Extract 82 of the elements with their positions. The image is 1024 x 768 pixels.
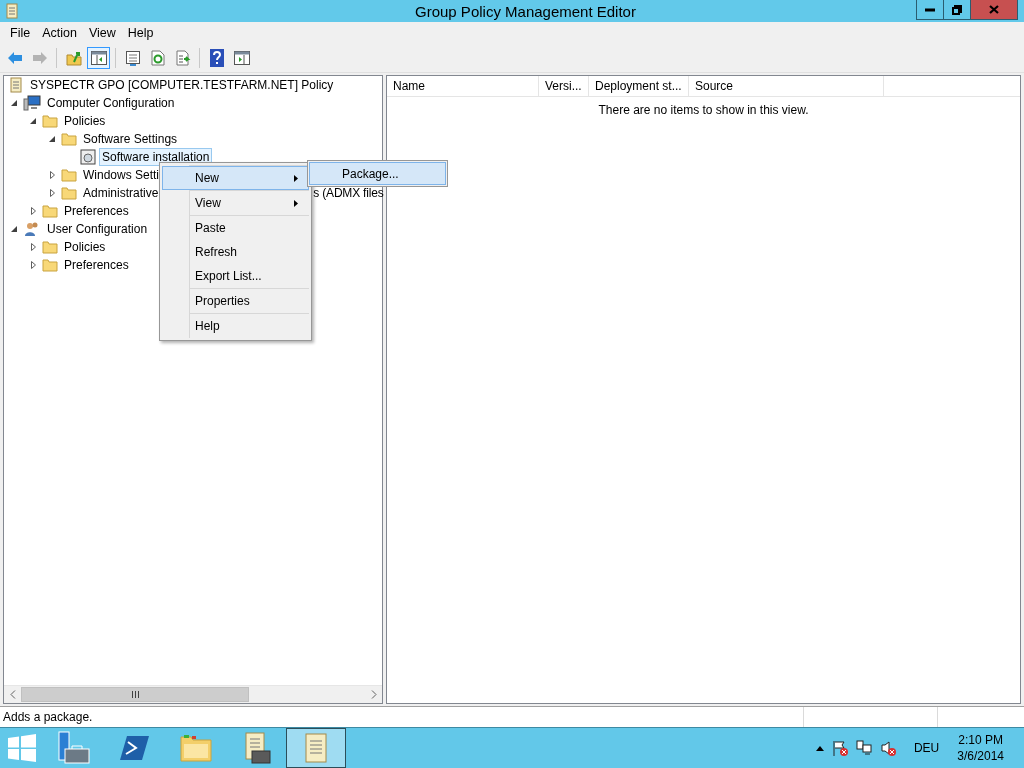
back-arrow-icon: [6, 51, 23, 65]
folder-icon: [61, 132, 77, 146]
clock-date[interactable]: 3/6/2014: [957, 748, 1004, 764]
column-header[interactable]: Name: [387, 76, 539, 96]
flag-icon[interactable]: [831, 740, 848, 756]
context-menu-item[interactable]: Help: [162, 314, 309, 338]
folder-icon: [61, 186, 77, 200]
grip-icon: [131, 691, 139, 698]
windows-logo-icon: [8, 734, 36, 762]
toolbar-button[interactable]: [87, 47, 110, 69]
tree-item[interactable]: Administrative: [80, 184, 162, 202]
panel-icon: [233, 51, 250, 65]
expand-arrow-icon[interactable]: [30, 261, 36, 269]
expand-arrow-icon[interactable]: [30, 243, 36, 251]
tree-root-item[interactable]: SYSPECTR GPO [COMPUTER.TESTFARM.NET] Policy: [27, 76, 337, 94]
language-indicator[interactable]: DEU: [913, 741, 940, 755]
tree-item[interactable]: Preferences: [61, 256, 132, 274]
folder-icon: [42, 204, 58, 218]
close-button[interactable]: [970, 0, 1018, 20]
tree-item[interactable]: Software Settings: [80, 130, 181, 148]
expand-arrow-icon[interactable]: [49, 171, 55, 179]
folder-icon: [180, 734, 212, 762]
menu-item[interactable]: Action: [36, 26, 83, 40]
speaker-icon[interactable]: [879, 740, 896, 756]
collapse-arrow-icon[interactable]: [11, 100, 17, 106]
tree-item[interactable]: Computer Configuration: [44, 94, 178, 112]
powershell-icon: [120, 735, 150, 761]
help-icon: [209, 49, 224, 67]
clock-time[interactable]: 2:10 PM: [958, 732, 1003, 748]
minimize-button[interactable]: [916, 0, 944, 20]
close-icon: [989, 5, 999, 14]
context-menu-item[interactable]: Paste: [162, 216, 309, 240]
scroll-icon: [302, 732, 330, 764]
computer-icon: [23, 95, 41, 111]
tree-item[interactable]: Policies: [61, 112, 109, 130]
column-header[interactable]: Versi...: [539, 76, 589, 96]
menu-item[interactable]: File: [4, 26, 37, 40]
panel-icon: [90, 51, 107, 65]
menu-item[interactable]: Help: [121, 26, 160, 40]
chevron-right-icon: [370, 690, 377, 699]
folder-icon: [42, 240, 58, 254]
chevron-left-icon: [9, 690, 16, 699]
properties-icon: [124, 50, 141, 66]
scroll-icon: [8, 77, 24, 93]
context-menu-item[interactable]: New: [162, 166, 309, 190]
context-menu-item[interactable]: Export List...: [162, 264, 309, 288]
collapse-arrow-icon[interactable]: [30, 118, 36, 124]
disc-box-icon: [80, 149, 96, 165]
network-icon[interactable]: [855, 740, 872, 756]
context-menu-item[interactable]: Refresh: [162, 240, 309, 264]
column-header[interactable]: Source: [689, 76, 884, 96]
restore-icon: [952, 4, 962, 15]
context-menu-item[interactable]: Properties: [162, 289, 309, 313]
submenu-item[interactable]: Package...: [309, 162, 446, 185]
folder-icon: [42, 258, 58, 272]
forward-arrow-icon: [31, 51, 48, 65]
export-list-icon: [174, 50, 191, 66]
tree-item[interactable]: User Configuration: [44, 220, 151, 238]
window-title: Group Policy Management Editor: [414, 2, 637, 20]
collapse-arrow-icon[interactable]: [49, 136, 55, 142]
collapse-arrow-icon[interactable]: [11, 226, 17, 232]
tree-item[interactable]: Windows Setti: [80, 166, 163, 184]
context-menu-item[interactable]: View: [162, 191, 309, 215]
tree-item-text: s (ADMX files: [313, 186, 384, 200]
server-toolbox-icon: [57, 731, 91, 765]
expand-arrow-icon[interactable]: [49, 189, 55, 197]
menu-item[interactable]: View: [82, 26, 122, 40]
tree-item[interactable]: Policies: [61, 238, 109, 256]
taskbar-button[interactable]: [286, 728, 346, 768]
status-text: Adds a package.: [2, 709, 94, 726]
folder-up-icon: [65, 50, 82, 66]
empty-list-message: There are no items to show in this view.: [598, 103, 809, 117]
minimize-icon: [925, 7, 935, 12]
column-header[interactable]: Deployment st...: [589, 76, 689, 96]
refresh-icon: [149, 50, 166, 66]
expand-arrow-icon[interactable]: [30, 207, 36, 215]
tree-item[interactable]: Preferences: [61, 202, 132, 220]
folder-icon: [61, 168, 77, 182]
show-hidden-icons-icon[interactable]: [815, 745, 824, 751]
scrollbar-thumb[interactable]: [21, 687, 249, 702]
folder-icon: [42, 114, 58, 128]
scroll-icon: [4, 3, 20, 19]
